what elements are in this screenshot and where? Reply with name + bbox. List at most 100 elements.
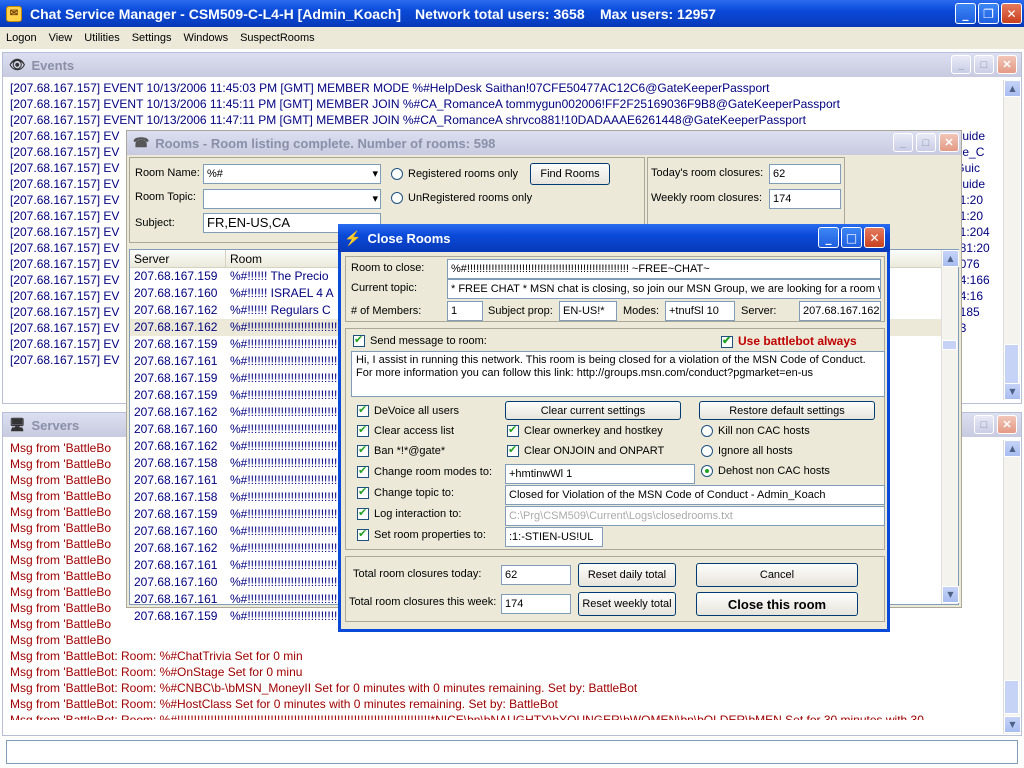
change-topic-checkbox[interactable]: Change topic to: — [357, 485, 454, 500]
change-modes-field[interactable]: +hmtinwWl 1 — [505, 464, 695, 484]
lightning-icon: ⚡ — [344, 229, 362, 246]
row-server: 207.68.167.159 — [134, 337, 218, 351]
events-scrollbar[interactable]: ▲ ▼ — [1003, 80, 1021, 400]
row-server: 207.68.167.161 — [134, 592, 218, 606]
row-room: %#!!!!!!!!!!!!!!!!!!!!!!!!!!!! — [230, 422, 341, 436]
server-label: Server: — [741, 305, 777, 317]
row-room: %#!!!!!!!!!!!!!!!!!!!!!!!!!!!! — [230, 439, 341, 453]
app-icon: ✉ — [6, 5, 22, 22]
cancel-button[interactable]: Cancel — [696, 563, 858, 587]
change-modes-checkbox[interactable]: Change room modes to: — [357, 464, 492, 479]
message-textarea[interactable]: Hi, I assist in running this network. Th… — [351, 351, 885, 397]
menu-settings[interactable]: Settings — [126, 32, 178, 44]
rooms-minimize-button[interactable]: _ — [893, 133, 913, 152]
servers-scroll-up-icon[interactable]: ▲ — [1004, 440, 1021, 457]
ignore-hosts-radio[interactable]: Ignore all hosts — [701, 445, 793, 458]
events-close-button[interactable]: ✕ — [997, 55, 1017, 74]
rooms-title: Rooms - Room listing complete. Number of… — [155, 135, 496, 151]
server-msg-line: Msg from 'BattleBot: Room: %#OnStage Set… — [10, 665, 303, 679]
events-minimize-button[interactable]: _ — [951, 55, 971, 74]
subject-prop-field: EN-US!* — [559, 301, 617, 321]
row-server: 207.68.167.158 — [134, 490, 218, 504]
max-users: Max users: 12957 — [600, 5, 716, 22]
servers-close-button[interactable]: ✕ — [997, 415, 1017, 434]
room-topic-combo[interactable]: ▾ — [203, 189, 381, 209]
row-server: 207.68.167.160 — [134, 422, 218, 436]
reset-daily-button[interactable]: Reset daily total — [578, 563, 676, 587]
devoice-checkbox[interactable]: DeVoice all users — [357, 403, 459, 418]
close-rooms-titlebar: ⚡ Close Rooms _ □ ✕ — [338, 224, 890, 252]
send-message-checkbox[interactable]: Send message to room: — [353, 333, 487, 348]
clear-access-checkbox[interactable]: Clear access list — [357, 423, 454, 438]
modes-label: Modes: — [623, 305, 660, 317]
rooms-scroll-thumb[interactable] — [942, 340, 957, 350]
menu-suspectrooms[interactable]: SuspectRooms — [234, 32, 321, 44]
rooms-icon: ☎ — [133, 135, 150, 150]
log-interaction-field[interactable]: C:\Prg\CSM509\Current\Logs\closedrooms.t… — [505, 506, 885, 526]
minimize-button[interactable]: _ — [955, 3, 976, 24]
room-name-combo[interactable]: %# ▾ — [203, 164, 381, 184]
menu-bar: Logon View Utilities Settings Windows Su… — [0, 27, 1024, 49]
dialog-close-button[interactable]: ✕ — [864, 227, 885, 248]
use-battlebot-checkbox[interactable]: Use battlebot always — [721, 334, 857, 348]
find-rooms-button[interactable]: Find Rooms — [530, 163, 610, 185]
subject-prop-label: Subject prop: — [488, 305, 553, 317]
clear-current-settings-button[interactable]: Clear current settings — [505, 401, 681, 420]
change-topic-field[interactable]: Closed for Violation of the MSN Code of … — [505, 485, 885, 505]
servers-maximize-button[interactable]: □ — [974, 415, 994, 434]
rooms-scroll-down-icon[interactable]: ▼ — [942, 586, 959, 603]
scroll-up-icon[interactable]: ▲ — [1004, 80, 1021, 97]
rooms-scrollbar[interactable]: ▲ ▼ — [941, 250, 959, 604]
unregistered-only-radio[interactable]: UnRegistered rooms only — [391, 192, 532, 205]
reset-weekly-button[interactable]: Reset weekly total — [578, 592, 676, 616]
dehost-non-cac-radio[interactable]: Dehost non CAC hosts — [701, 465, 830, 478]
row-server: 207.68.167.162 — [134, 320, 218, 334]
dialog-maximize-button[interactable]: □ — [841, 227, 862, 248]
row-room: %#!!!!!!!!!!!!!!!!!!!!!!!!!!!! — [230, 320, 341, 334]
subject-label: Subject: — [135, 217, 175, 229]
close-this-room-button[interactable]: Close this room — [696, 592, 858, 616]
row-server: 207.68.167.162 — [134, 405, 218, 419]
col-room[interactable]: Room — [226, 250, 262, 267]
menu-view[interactable]: View — [43, 32, 79, 44]
set-props-field[interactable]: :1:-STIEN-US!UL — [505, 527, 603, 547]
dialog-minimize-button[interactable]: _ — [818, 227, 839, 248]
clear-ownerkey-checkbox[interactable]: Clear ownerkey and hostkey — [507, 423, 663, 438]
server-icon: 🖥 — [9, 417, 26, 432]
servers-scrollbar[interactable]: ▲ ▼ — [1003, 440, 1021, 734]
clear-onjoin-checkbox[interactable]: Clear ONJOIN and ONPART — [507, 443, 664, 458]
kill-non-cac-radio[interactable]: Kill non CAC hosts — [701, 425, 810, 438]
app-title: Chat Service Manager - CSM509-C-L4-H [Ad… — [30, 5, 402, 22]
row-room: %#!!!!!! ISRAEL 4 A — [230, 286, 334, 300]
log-interaction-checkbox[interactable]: Log interaction to: — [357, 506, 461, 521]
row-server: 207.68.167.158 — [134, 456, 218, 470]
servers-scroll-thumb[interactable] — [1004, 680, 1019, 714]
close-rooms-dialog: ⚡ Close Rooms _ □ ✕ Room to close: %#!!!… — [338, 224, 890, 632]
ban-checkbox[interactable]: Ban *!*@gate* — [357, 443, 445, 458]
row-server: 207.68.167.159 — [134, 609, 218, 623]
scroll-thumb[interactable] — [1004, 344, 1019, 384]
close-button[interactable]: ✕ — [1001, 3, 1022, 24]
col-server[interactable]: Server — [130, 250, 226, 267]
row-server: 207.68.167.159 — [134, 388, 218, 402]
row-server: 207.68.167.161 — [134, 558, 218, 572]
menu-logon[interactable]: Logon — [0, 32, 43, 44]
rooms-scroll-up-icon[interactable]: ▲ — [942, 250, 959, 267]
row-room: %#!!!!!!!!!!!!!!!!!!!!!!!!!!!! — [230, 558, 341, 572]
events-maximize-button[interactable]: □ — [974, 55, 994, 74]
scroll-down-icon[interactable]: ▼ — [1004, 383, 1021, 400]
rooms-maximize-button[interactable]: □ — [916, 133, 936, 152]
restore-default-settings-button[interactable]: Restore default settings — [699, 401, 875, 420]
row-room: %#!!!!!!!!!!!!!!!!!!!!!!!!!!!! — [230, 609, 341, 623]
menu-windows[interactable]: Windows — [177, 32, 234, 44]
restore-button[interactable]: ❐ — [978, 3, 999, 24]
menu-utilities[interactable]: Utilities — [78, 32, 125, 44]
rooms-close-button[interactable]: ✕ — [939, 133, 959, 152]
set-props-checkbox[interactable]: Set room properties to: — [357, 527, 486, 542]
network-users: Network total users: 3658 — [415, 5, 585, 22]
weekly-closures-field: 174 — [769, 189, 841, 209]
row-server: 207.68.167.159 — [134, 269, 218, 283]
registered-only-radio[interactable]: Registered rooms only — [391, 168, 518, 181]
servers-scroll-down-icon[interactable]: ▼ — [1004, 716, 1021, 733]
command-input[interactable] — [6, 740, 1018, 764]
